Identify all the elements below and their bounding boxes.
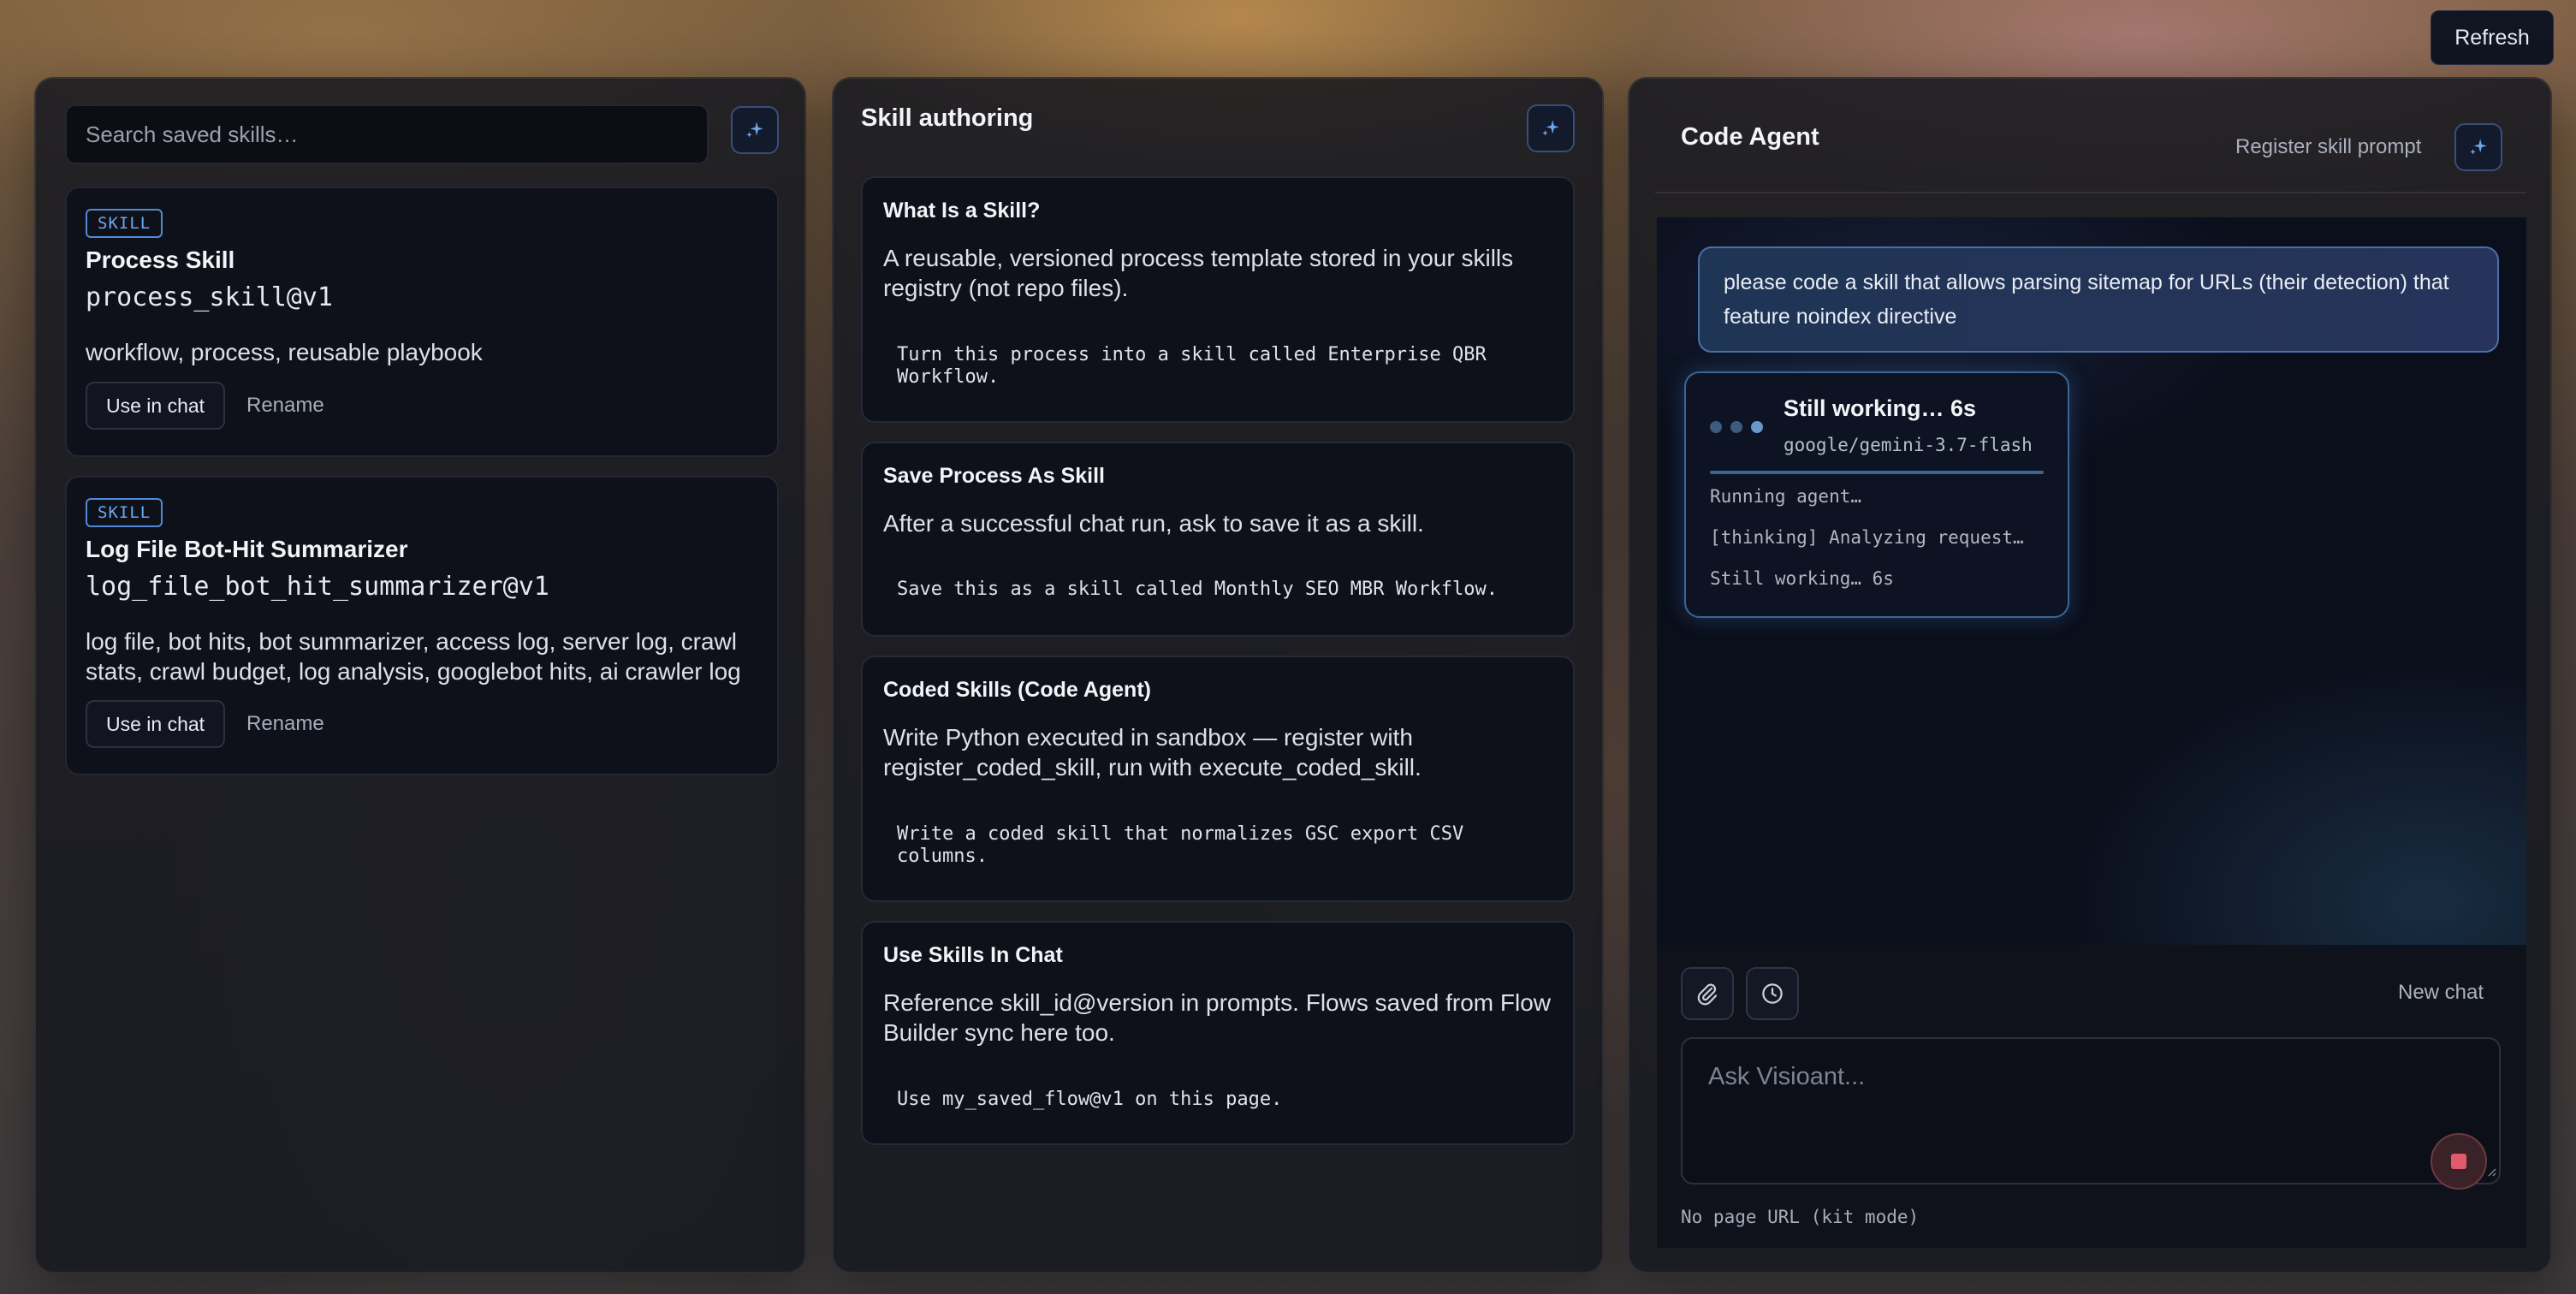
- skill-card: SKILL Process Skill process_skill@v1 wor…: [65, 187, 779, 457]
- resize-handle-icon[interactable]: [2484, 1164, 2497, 1178]
- card-description: Reference skill_id@version in prompts. F…: [883, 989, 1552, 1046]
- skill-badge: SKILL: [86, 209, 163, 238]
- search-input[interactable]: [65, 104, 709, 164]
- skills-panel: SKILL Process Skill process_skill@v1 wor…: [34, 77, 806, 1273]
- skill-tags: workflow, process, reusable playbook: [86, 339, 483, 365]
- refresh-button[interactable]: Refresh: [2431, 10, 2554, 65]
- info-card: Coded Skills (Code Agent) Write Python e…: [861, 656, 1575, 902]
- sparkle-button[interactable]: [2454, 123, 2502, 171]
- sparkle-button[interactable]: [1527, 104, 1575, 152]
- skill-name: Process Skill: [86, 246, 235, 273]
- card-description: Write Python executed in sandbox — regis…: [883, 724, 1422, 781]
- skill-id: process_skill@v1: [86, 282, 333, 312]
- loading-dots-icon: [1710, 421, 1763, 433]
- skill-name: Log File Bot-Hit Summarizer: [86, 536, 408, 562]
- info-card: Save Process As Skill After a successful…: [861, 442, 1575, 637]
- card-example-code: Turn this process into a skill called En…: [897, 344, 1498, 388]
- agent-status-card: Still working… 6s google/gemini-3.7-flas…: [1684, 371, 2069, 618]
- page-url-note: No page URL (kit mode): [1681, 1207, 1920, 1227]
- panel-title: Skill authoring: [861, 104, 1034, 132]
- chat-input[interactable]: [1681, 1037, 2501, 1184]
- skill-id: log_file_bot_hit_summarizer@v1: [86, 572, 549, 602]
- stop-icon: [2451, 1154, 2466, 1169]
- card-title: Coded Skills (Code Agent): [883, 678, 1151, 702]
- divider: [1655, 192, 2526, 193]
- model-name: google/gemini-3.7-flash: [1784, 435, 2033, 455]
- register-skill-prompt-button[interactable]: Register skill prompt: [2235, 135, 2421, 159]
- card-title: What Is a Skill?: [883, 199, 1041, 223]
- sparkle-button[interactable]: [731, 106, 779, 154]
- use-in-chat-button[interactable]: Use in chat: [86, 382, 226, 430]
- chat-thread: please code a skill that allows parsing …: [1657, 217, 2526, 945]
- attach-button[interactable]: [1681, 967, 1734, 1020]
- card-description: A reusable, versioned process template s…: [883, 245, 1514, 301]
- skill-tags: log file, bot hits, bot summarizer, acce…: [86, 628, 741, 685]
- skill-card: SKILL Log File Bot-Hit Summarizer log_fi…: [65, 476, 779, 775]
- info-card: What Is a Skill? A reusable, versioned p…: [861, 176, 1575, 423]
- agent-panel: Code Agent Register skill prompt please …: [1628, 77, 2552, 1273]
- sparkle-icon: [2470, 139, 2487, 155]
- card-example-code: Write a coded skill that normalizes GSC …: [897, 823, 1475, 867]
- log-line: Running agent…: [1710, 486, 1862, 507]
- info-card: Use Skills In Chat Reference skill_id@ve…: [861, 921, 1575, 1145]
- composer: New chat No page URL (kit mode): [1657, 945, 2526, 1248]
- log-line: Still working… 6s: [1710, 568, 1894, 589]
- skill-badge: SKILL: [86, 498, 163, 527]
- sparkle-icon: [746, 122, 763, 138]
- panel-title: Code Agent: [1681, 123, 1819, 151]
- user-message: please code a skill that allows parsing …: [1698, 246, 2499, 353]
- stop-button[interactable]: [2431, 1133, 2487, 1190]
- card-title: Use Skills In Chat: [883, 943, 1063, 967]
- status-title: Still working… 6s: [1784, 395, 1977, 421]
- history-button[interactable]: [1746, 967, 1799, 1020]
- use-in-chat-button[interactable]: Use in chat: [86, 700, 226, 748]
- authoring-panel: Skill authoring What Is a Skill? A reusa…: [832, 77, 1604, 1273]
- clock-icon: [1762, 983, 1783, 1004]
- progress-divider: [1710, 471, 2044, 474]
- log-line: [thinking] Analyzing request…: [1710, 527, 2024, 548]
- card-description: After a successful chat run, ask to save…: [883, 510, 1424, 537]
- new-chat-button[interactable]: New chat: [2398, 981, 2484, 1005]
- sparkle-icon: [1542, 120, 1559, 136]
- rename-button[interactable]: Rename: [246, 382, 324, 430]
- paperclip-icon: [1697, 983, 1718, 1006]
- card-title: Save Process As Skill: [883, 464, 1105, 488]
- card-example-code: Save this as a skill called Monthly SEO …: [897, 579, 1498, 600]
- card-example-code: Use my_saved_flow@v1 on this page.: [897, 1089, 1283, 1110]
- rename-button[interactable]: Rename: [246, 700, 324, 748]
